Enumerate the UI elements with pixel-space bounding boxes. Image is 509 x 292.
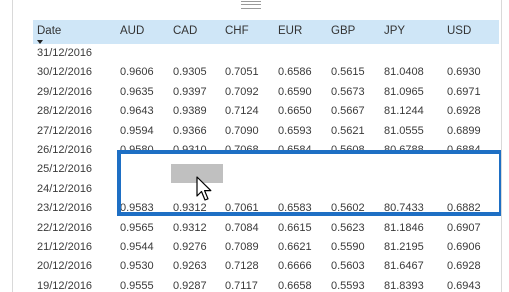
- cell-chf: 0.7124: [225, 105, 259, 118]
- cell-eur: 0.6615: [278, 221, 312, 234]
- table-row[interactable]: 27/12/2016 0.9594 0.9366 0.7090 0.6593 0.5621…: [33, 122, 499, 141]
- column-header-chf[interactable]: CHF: [225, 25, 249, 37]
- cell-chf: 0.7128: [225, 260, 259, 273]
- column-header-jpy[interactable]: JPY: [384, 25, 405, 37]
- cell-aud: 0.9530: [120, 260, 154, 273]
- cell-eur: 0.6658: [278, 279, 312, 292]
- cell-date: 20/12/2016: [37, 260, 93, 273]
- cell-usd: 0.6971: [447, 85, 481, 98]
- cell-aud: 0.9555: [120, 279, 154, 292]
- cell-eur: 0.6650: [278, 105, 312, 118]
- cell-date: 30/12/2016: [37, 66, 93, 79]
- cell-usd: 0.6943: [447, 279, 481, 292]
- cell-jpy: 81.8393: [384, 279, 424, 292]
- cell-aud: 0.9635: [120, 85, 154, 98]
- cell-gbp: 0.5593: [331, 279, 365, 292]
- cell-eur: 0.6666: [278, 260, 312, 273]
- cell-cad: 0.9287: [173, 279, 207, 292]
- cell-usd: 0.6928: [447, 260, 481, 273]
- cell-gbp: 0.5621: [331, 124, 365, 137]
- cell-aud: 0.9594: [120, 124, 154, 137]
- cell-eur: 0.6586: [278, 66, 312, 79]
- column-header-date[interactable]: Date: [37, 25, 61, 37]
- cell-gbp: 0.5615: [331, 66, 365, 79]
- cell-gbp: 0.5623: [331, 221, 365, 234]
- cell-usd: 0.6906: [447, 240, 481, 253]
- highlight-box: [117, 150, 501, 216]
- cell-chf: 0.7089: [225, 240, 259, 253]
- cell-aud: 0.9544: [120, 240, 154, 253]
- column-header-cad[interactable]: CAD: [173, 25, 197, 37]
- cell-gbp: 0.5673: [331, 85, 365, 98]
- table-row[interactable]: 30/12/2016 0.9606 0.9305 0.7051 0.6586 0.5615…: [33, 63, 499, 82]
- cell-usd: 0.6928: [447, 105, 481, 118]
- column-header-eur[interactable]: EUR: [278, 25, 302, 37]
- cell-jpy: 81.0555: [384, 124, 424, 137]
- cell-gbp: 0.5667: [331, 105, 365, 118]
- cell-jpy: 81.0408: [384, 66, 424, 79]
- cell-date: 19/12/2016: [37, 279, 93, 292]
- cell-date: 23/12/2016: [37, 202, 93, 215]
- cell-aud: 0.9606: [120, 66, 154, 79]
- cell-date: 25/12/2016: [37, 163, 93, 176]
- cell-gbp: 0.5603: [331, 260, 365, 273]
- cell-eur: 0.6621: [278, 240, 312, 253]
- table-row[interactable]: 19/12/2016 0.9555 0.9287 0.7117 0.6658 0.5593…: [33, 277, 499, 292]
- cell-cad: 0.9397: [173, 85, 207, 98]
- cell-jpy: 81.1846: [384, 221, 424, 234]
- column-header-usd[interactable]: USD: [447, 25, 471, 37]
- cell-date: 31/12/2016: [37, 47, 93, 59]
- table-row[interactable]: 29/12/2016 0.9635 0.9397 0.7092 0.6590 0.5673…: [33, 83, 499, 102]
- cell-date: 29/12/2016: [37, 85, 93, 98]
- cell-jpy: 81.1244: [384, 105, 424, 118]
- cell-cad: 0.9276: [173, 240, 207, 253]
- cell-date: 27/12/2016: [37, 124, 93, 137]
- pointer-cursor-icon: [196, 176, 212, 201]
- cell-chf: 0.7051: [225, 66, 259, 79]
- column-header-aud[interactable]: AUD: [120, 25, 144, 37]
- cell-chf: 0.7092: [225, 85, 259, 98]
- cell-cad: 0.9305: [173, 66, 207, 79]
- cell-cad: 0.9389: [173, 105, 207, 118]
- cell-date: 21/12/2016: [37, 240, 93, 253]
- cell-chf: 0.7090: [225, 124, 259, 137]
- cell-eur: 0.6590: [278, 85, 312, 98]
- cell-jpy: 81.2195: [384, 240, 424, 253]
- cell-usd: 0.6899: [447, 124, 481, 137]
- column-header-gbp[interactable]: GBP: [331, 25, 355, 37]
- cell-chf: 0.7084: [225, 221, 259, 234]
- cell-date: 24/12/2016: [37, 182, 93, 195]
- table-header: Date AUD CAD CHF EUR GBP JPY USD: [33, 20, 499, 44]
- cell-usd: 0.6930: [447, 66, 481, 79]
- cell-gbp: 0.5590: [331, 240, 365, 253]
- table-row[interactable]: 31/12/2016: [33, 44, 499, 63]
- cell-date: 26/12/2016: [37, 143, 93, 156]
- drag-handle-icon[interactable]: [241, 1, 261, 9]
- cell-date: 28/12/2016: [37, 105, 93, 118]
- table-row[interactable]: 20/12/2016 0.9530 0.9263 0.7128 0.6666 0.5603…: [33, 257, 499, 276]
- cell-jpy: 81.0965: [384, 85, 424, 98]
- cell-cad: 0.9366: [173, 124, 207, 137]
- table-row[interactable]: 21/12/2016 0.9544 0.9276 0.7089 0.6621 0.5590…: [33, 238, 499, 257]
- cell-date: 22/12/2016: [37, 221, 93, 234]
- table-visual: Date AUD CAD CHF EUR GBP JPY USD 31/12/2…: [12, 0, 502, 292]
- cell-chf: 0.7117: [225, 279, 258, 292]
- table-row[interactable]: 22/12/2016 0.9565 0.9312 0.7084 0.6615 0.5623…: [33, 219, 499, 238]
- cell-jpy: 81.6467: [384, 260, 424, 273]
- cell-cad: 0.9312: [173, 221, 207, 234]
- cell-aud: 0.9565: [120, 221, 154, 234]
- cell-aud: 0.9643: [120, 105, 154, 118]
- cell-cad: 0.9263: [173, 260, 207, 273]
- cell-usd: 0.6907: [447, 221, 481, 234]
- cell-eur: 0.6593: [278, 124, 312, 137]
- table-row[interactable]: 28/12/2016 0.9643 0.9389 0.7124 0.6650 0.5667…: [33, 102, 499, 121]
